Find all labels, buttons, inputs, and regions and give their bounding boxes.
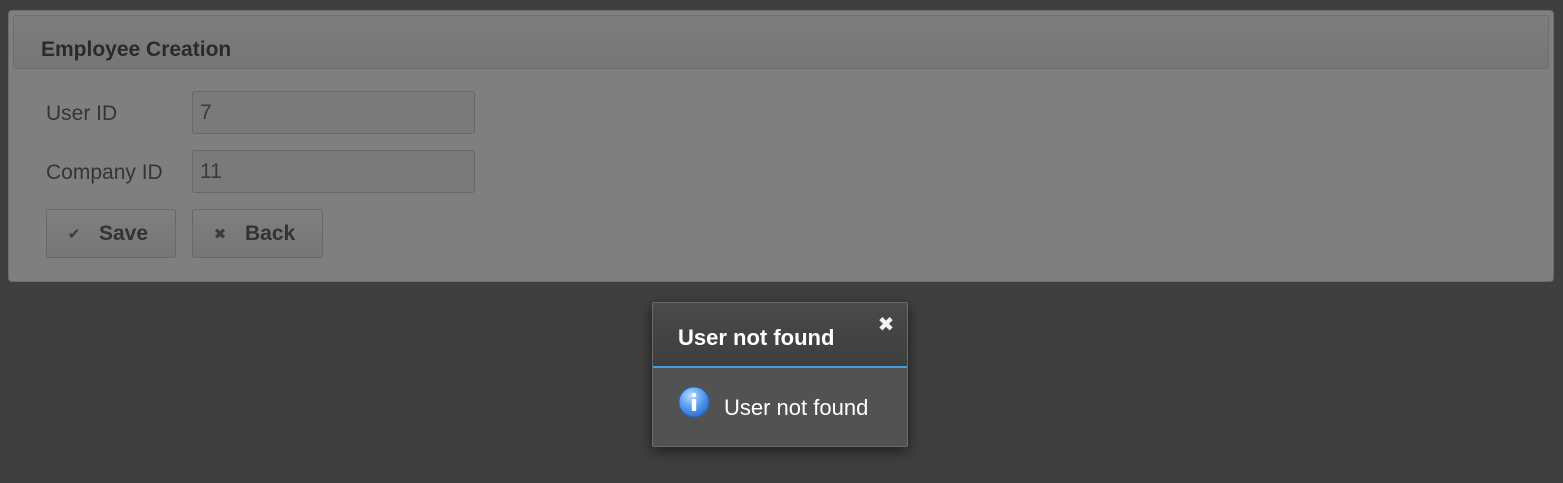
info-icon bbox=[678, 386, 710, 418]
dialog-title: User not found bbox=[678, 325, 835, 350]
dialog-header: User not found ✖ bbox=[653, 303, 907, 368]
message-dialog: User not found ✖ User not found bbox=[652, 302, 908, 447]
dialog-message: User not found bbox=[724, 395, 869, 420]
dialog-close-icon[interactable]: ✖ bbox=[875, 314, 897, 336]
